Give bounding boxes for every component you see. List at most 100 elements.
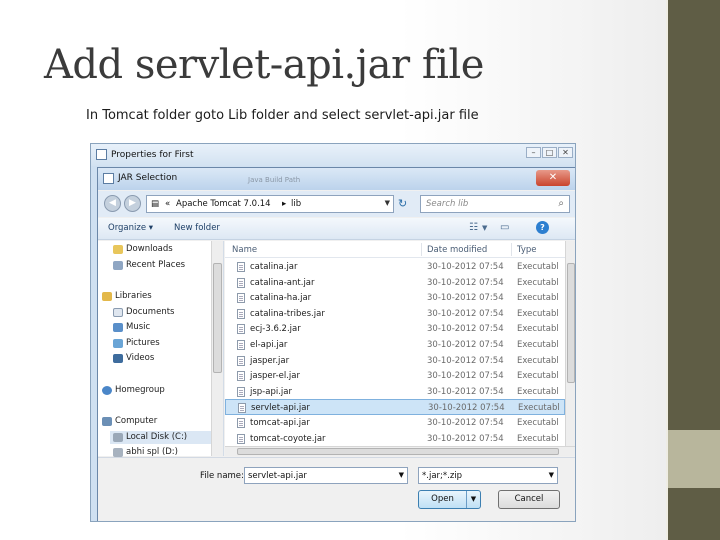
file-name-dropdown-icon[interactable]: ▼ xyxy=(399,471,404,479)
nav-item-downloads[interactable]: Downloads xyxy=(126,244,173,254)
file-date: 30-10-2012 07:54 xyxy=(427,308,504,319)
table-row[interactable]: catalina.jar 30-10-2012 07:54 Executabl xyxy=(225,259,565,275)
file-type: Executabl xyxy=(517,293,559,304)
file-name: tomcat-coyote.jar xyxy=(250,433,326,444)
dialog-title: JAR Selection xyxy=(118,173,178,183)
file-name-panel: File name: servlet-api.jar ▼ *.jar;*.zip… xyxy=(98,457,575,521)
table-row[interactable]: ecj-3.6.2.jar 30-10-2012 07:54 Executabl xyxy=(225,321,565,337)
libraries-icon xyxy=(102,292,112,301)
file-date: 30-10-2012 07:54 xyxy=(428,403,505,414)
file-list-scrollbar[interactable] xyxy=(565,241,575,446)
table-row[interactable]: jasper.jar 30-10-2012 07:54 Executabl xyxy=(225,353,565,369)
file-name: catalina-tribes.jar xyxy=(250,308,325,319)
table-row[interactable]: el-api.jar 30-10-2012 07:54 Executabl xyxy=(225,337,565,353)
nav-item-recent-places[interactable]: Recent Places xyxy=(126,260,185,270)
address-bar[interactable]: ▤ « Apache Tomcat 7.0.14 ▸ lib ▼ xyxy=(146,195,394,213)
slide-title: Add servlet-api.jar file xyxy=(44,42,484,88)
refresh-icon[interactable]: ↻ xyxy=(398,197,407,210)
help-icon[interactable]: ? xyxy=(536,221,549,234)
file-type: Executabl xyxy=(517,355,559,366)
column-divider[interactable] xyxy=(511,243,512,256)
nav-item-homegroup[interactable]: Homegroup xyxy=(115,385,165,395)
column-name[interactable]: Name xyxy=(232,245,257,255)
nav-scroll-thumb[interactable] xyxy=(213,263,222,373)
table-row[interactable]: tomcat-coyote.jar 30-10-2012 07:54 Executa… xyxy=(225,431,565,447)
file-name: jsp-api.jar xyxy=(250,386,292,397)
file-date: 30-10-2012 07:54 xyxy=(427,324,504,335)
jar-selection-dialog: JAR Selection Java Build Path ✕ ◀ ▶ ▤ « … xyxy=(97,167,575,521)
file-name: el-api.jar xyxy=(250,340,288,350)
file-type: Executabl xyxy=(517,386,559,397)
homegroup-icon xyxy=(102,386,112,395)
file-name: tomcat-api.jar xyxy=(250,418,310,428)
recent-places-icon xyxy=(113,261,123,270)
preview-pane-icon[interactable]: ▭ xyxy=(500,222,509,233)
table-row[interactable]: catalina-ant.jar 30-10-2012 07:54 Executab… xyxy=(225,275,565,291)
nav-item-local-disk[interactable]: Local Disk (C:) xyxy=(126,432,187,442)
file-name-input[interactable]: servlet-api.jar ▼ xyxy=(244,467,408,484)
column-date-modified[interactable]: Date modified xyxy=(427,245,487,255)
minimize-icon[interactable]: – xyxy=(526,147,541,158)
breadcrumb-tomcat[interactable]: Apache Tomcat 7.0.14 xyxy=(176,199,271,209)
table-row-selected[interactable]: servlet-api.jar 30-10-2012 07:54 Executabl xyxy=(225,399,565,415)
nav-item-computer[interactable]: Computer xyxy=(115,416,157,426)
close-icon[interactable]: ✕ xyxy=(558,147,573,158)
table-row[interactable]: catalina-tribes.jar 30-10-2012 07:54 Execu… xyxy=(225,306,565,322)
dialog-titlebar: JAR Selection Java Build Path ✕ xyxy=(98,168,575,190)
file-name: jasper-el.jar xyxy=(250,371,300,382)
nav-item-drive-d[interactable]: abhi spl (D:) xyxy=(126,447,178,457)
nav-pane-scrollbar[interactable] xyxy=(211,241,223,456)
horizontal-scroll-thumb[interactable] xyxy=(237,448,559,455)
table-row[interactable]: jasper-el.jar 30-10-2012 07:54 Executabl xyxy=(225,368,565,384)
new-folder-button[interactable]: New folder xyxy=(174,223,220,233)
file-type: Executabl xyxy=(517,340,559,350)
jar-file-icon xyxy=(237,371,245,382)
file-type-filter[interactable]: *.jar;*.zip ▼ xyxy=(418,467,558,484)
file-name: jasper.jar xyxy=(250,355,290,366)
search-input[interactable]: Search lib ⌕ xyxy=(420,195,570,213)
nav-item-videos[interactable]: Videos xyxy=(126,353,154,363)
address-dropdown-icon[interactable]: ▼ xyxy=(385,199,390,207)
file-list-scroll-thumb[interactable] xyxy=(567,263,575,383)
open-dropdown-icon[interactable]: ▼ xyxy=(466,491,480,508)
search-icon: ⌕ xyxy=(558,198,564,209)
table-row[interactable]: catalina-ha.jar 30-10-2012 07:54 Executabl xyxy=(225,290,565,306)
music-icon xyxy=(113,323,123,332)
jar-file-icon xyxy=(238,403,246,414)
file-date: 30-10-2012 07:54 xyxy=(427,262,504,272)
file-name-value: servlet-api.jar xyxy=(248,471,307,481)
organize-button[interactable]: Organize ▾ xyxy=(108,223,153,233)
view-options-icon[interactable]: ☷ xyxy=(469,222,478,233)
back-arrow-icon[interactable]: ◀ xyxy=(104,195,121,212)
drive-icon xyxy=(113,448,123,457)
folder-icon: ▤ xyxy=(151,199,160,209)
forward-arrow-icon[interactable]: ▶ xyxy=(124,195,141,212)
file-name-label: File name: xyxy=(200,471,244,481)
dialog-icon xyxy=(103,173,114,184)
nav-item-libraries[interactable]: Libraries xyxy=(115,291,152,301)
nav-item-documents[interactable]: Documents xyxy=(126,307,174,317)
window-icon xyxy=(96,149,107,160)
address-overflow[interactable]: « xyxy=(165,199,170,209)
jar-file-icon xyxy=(237,386,245,397)
table-row[interactable]: jsp-api.jar 30-10-2012 07:54 Executabl xyxy=(225,384,565,400)
navigation-row: ◀ ▶ ▤ « Apache Tomcat 7.0.14 ▸ lib ▼ ↻ S… xyxy=(98,191,575,217)
maximize-icon[interactable]: □ xyxy=(542,147,557,158)
column-type[interactable]: Type xyxy=(517,245,537,255)
open-label: Open xyxy=(431,494,454,504)
highlight-circle xyxy=(228,521,324,522)
file-type: Executabl xyxy=(517,433,559,444)
outer-window-title: Properties for First xyxy=(111,150,194,160)
view-dropdown-icon[interactable]: ▼ xyxy=(482,224,487,232)
filter-dropdown-icon[interactable]: ▼ xyxy=(549,471,554,479)
breadcrumb-lib[interactable]: lib xyxy=(291,199,301,209)
table-row[interactable]: tomcat-api.jar 30-10-2012 07:54 Executabl xyxy=(225,415,565,431)
file-name: catalina.jar xyxy=(250,262,298,272)
dialog-close-button[interactable]: ✕ xyxy=(536,170,570,186)
nav-item-pictures[interactable]: Pictures xyxy=(126,338,160,348)
cancel-button[interactable]: Cancel xyxy=(498,490,560,509)
jar-file-icon xyxy=(237,293,245,304)
nav-item-music[interactable]: Music xyxy=(126,322,150,332)
column-divider[interactable] xyxy=(421,243,422,256)
horizontal-scrollbar[interactable] xyxy=(225,446,575,456)
